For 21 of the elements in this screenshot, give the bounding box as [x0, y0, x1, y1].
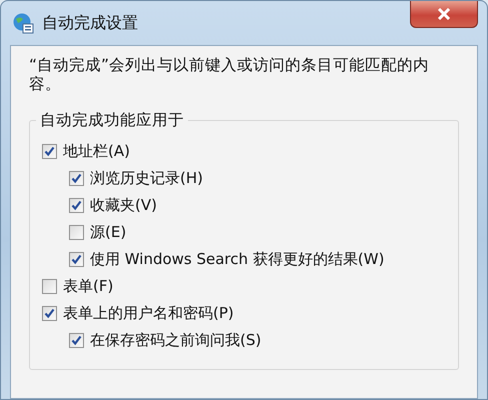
close-icon — [437, 8, 451, 20]
checkbox-label: 地址栏(A) — [63, 142, 130, 161]
checkbox-label: 表单(F) — [63, 277, 114, 296]
checkbox-label: 使用 Windows Search 获得更好的结果(W) — [90, 250, 384, 269]
checkbox[interactable] — [42, 279, 57, 294]
checkbox-label: 在保存密码之前询问我(S) — [90, 331, 262, 350]
checkbox[interactable] — [42, 144, 57, 159]
close-button[interactable] — [410, 1, 478, 28]
checkbox-label: 源(E) — [90, 223, 126, 242]
checkbox[interactable] — [69, 252, 84, 267]
window-title: 自动完成设置 — [42, 12, 138, 34]
checkbox-label: 收藏夹(V) — [90, 196, 157, 215]
checkbox[interactable] — [69, 333, 84, 348]
checkbox[interactable] — [69, 198, 84, 213]
description-text: “自动完成”会列出与以前键入或访问的条目可能匹配的内容。 — [29, 56, 430, 94]
checkbox[interactable] — [69, 171, 84, 186]
checkbox[interactable] — [69, 225, 84, 240]
checkbox-label: 表单上的用户名和密码(P) — [63, 304, 234, 323]
checkbox[interactable] — [42, 306, 57, 321]
globe-icon — [12, 12, 34, 34]
checkbox-label: 浏览历史记录(H) — [90, 169, 203, 188]
